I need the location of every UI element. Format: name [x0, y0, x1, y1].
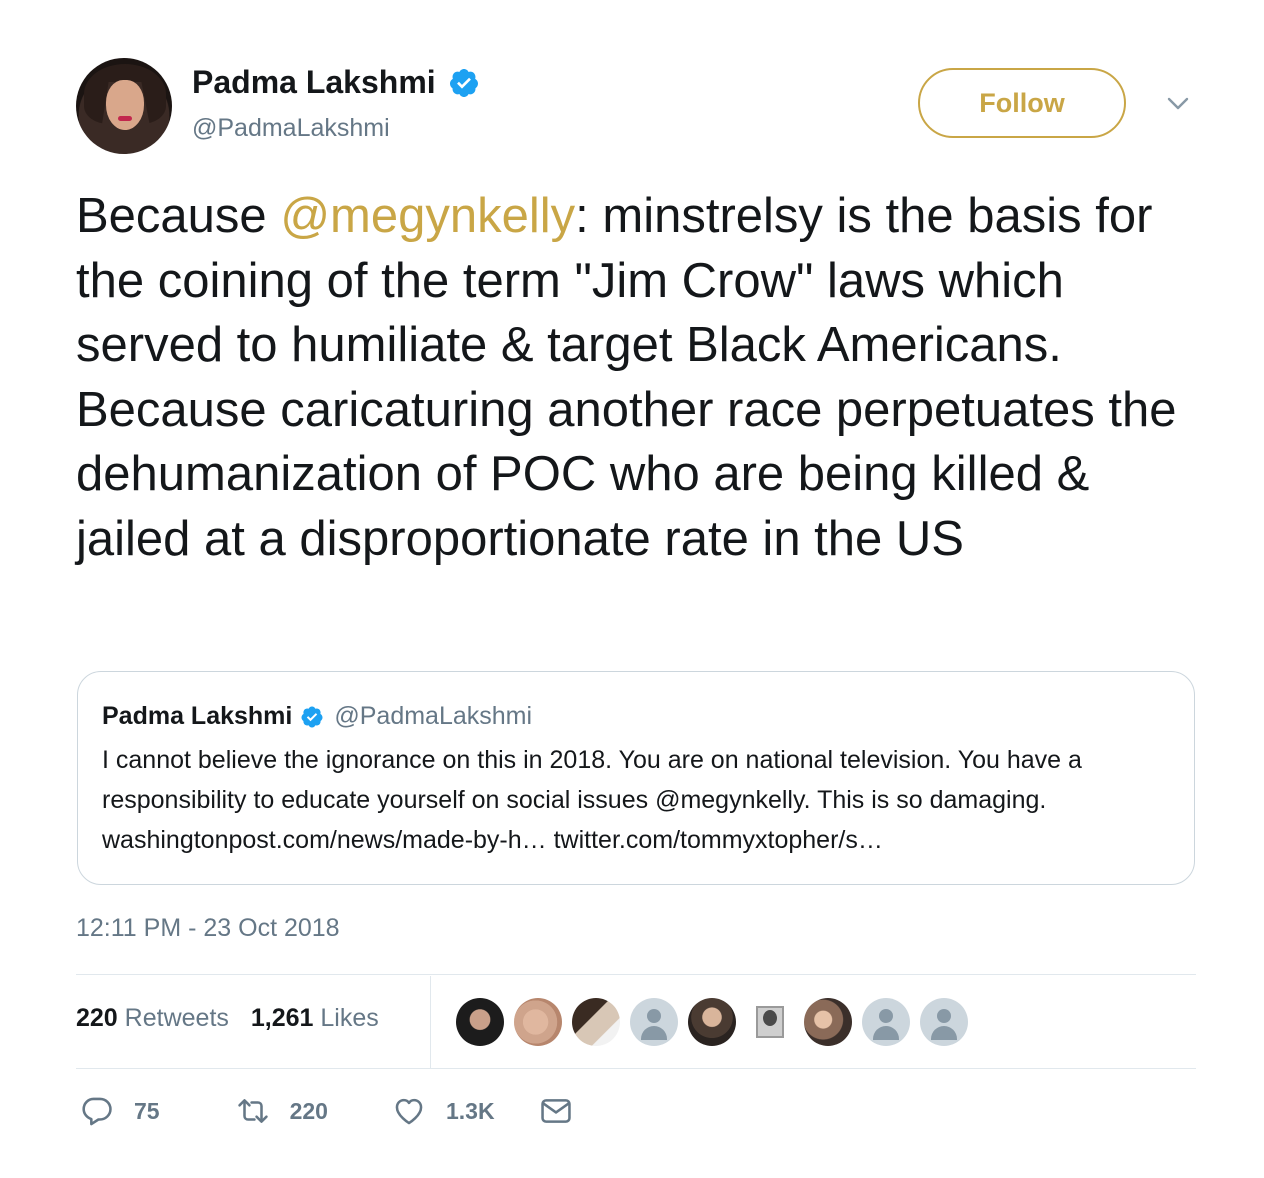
quoted-tweet[interactable]: Padma Lakshmi @PadmaLakshmi I cannot bel…	[77, 671, 1195, 885]
author-name-text[interactable]: Padma Lakshmi	[192, 64, 436, 101]
quoted-author-name: Padma Lakshmi	[102, 702, 293, 730]
retweets-stat[interactable]: 220 Retweets	[76, 1004, 229, 1033]
tweet-timestamp[interactable]: 12:11 PM - 23 Oct 2018	[76, 914, 340, 943]
direct-message-button[interactable]	[539, 1094, 573, 1128]
tweet-actions: 75 220 1.3K	[80, 1094, 573, 1128]
author-avatar[interactable]	[76, 58, 172, 154]
author-handle[interactable]: @PadmaLakshmi	[192, 114, 390, 143]
tweet-mention-link[interactable]: @megynkelly	[280, 189, 575, 243]
liker-avatar[interactable]	[456, 998, 504, 1046]
liker-avatar[interactable]	[688, 998, 736, 1046]
liker-avatars	[456, 998, 968, 1046]
reply-button[interactable]: 75	[80, 1094, 160, 1128]
retweet-count: 220	[289, 1097, 328, 1124]
retweets-count: 220	[76, 1004, 118, 1032]
divider	[76, 974, 1196, 975]
liker-avatar[interactable]	[920, 998, 968, 1046]
liker-avatar[interactable]	[862, 998, 910, 1046]
likes-stat[interactable]: 1,261 Likes	[251, 1004, 379, 1033]
retweet-button[interactable]: 220	[236, 1094, 328, 1128]
quoted-author: Padma Lakshmi @PadmaLakshmi	[102, 702, 532, 731]
likes-count: 1,261	[250, 1004, 314, 1032]
chevron-down-icon[interactable]	[1166, 96, 1190, 112]
divider	[430, 976, 431, 1068]
like-button[interactable]: 1.3K	[392, 1094, 495, 1128]
liker-avatar[interactable]	[746, 998, 794, 1046]
quoted-author-handle: @PadmaLakshmi	[334, 702, 533, 730]
likes-label: Likes	[320, 1004, 379, 1032]
tweet-text-body: : minstrelsy is the basis for the coinin…	[76, 189, 1177, 566]
like-count: 1.3K	[445, 1097, 495, 1124]
retweets-label: Retweets	[124, 1004, 229, 1032]
reply-count: 75	[134, 1097, 160, 1124]
envelope-icon	[540, 1099, 571, 1123]
tweet-text: Because @megynkelly: minstrelsy is the b…	[76, 184, 1216, 571]
liker-avatar[interactable]	[630, 998, 678, 1046]
tweet-text-intro: Because	[76, 189, 281, 243]
liker-avatar[interactable]	[572, 998, 620, 1046]
quoted-tweet-text: I cannot believe the ignorance on this i…	[102, 746, 1082, 854]
liker-avatar[interactable]	[514, 998, 562, 1046]
verified-badge-icon	[449, 68, 478, 97]
reply-icon	[82, 1097, 112, 1126]
divider	[76, 1068, 1196, 1069]
tweet-stats: 220 Retweets 1,261 Likes	[76, 1004, 379, 1033]
verified-badge-icon	[301, 706, 323, 727]
liker-avatar[interactable]	[804, 998, 852, 1046]
retweet-icon	[237, 1099, 268, 1123]
follow-button[interactable]: Follow	[918, 68, 1126, 138]
heart-icon	[395, 1098, 423, 1125]
author-name[interactable]: Padma Lakshmi	[192, 64, 480, 101]
